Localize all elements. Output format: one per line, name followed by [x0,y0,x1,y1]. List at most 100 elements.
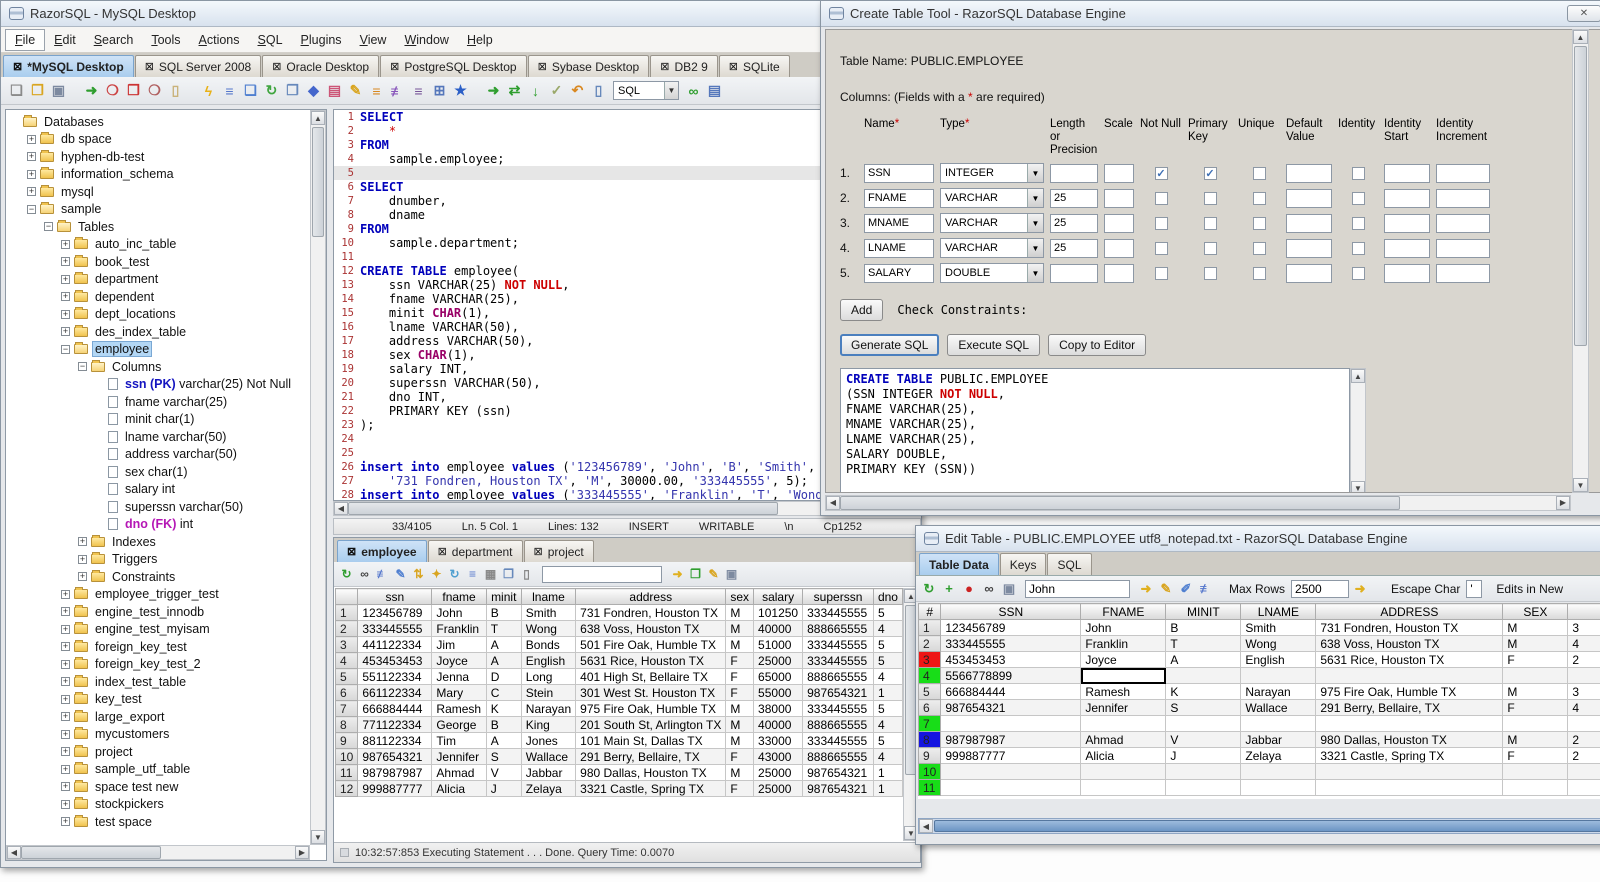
cell[interactable]: Ahmad [1080,731,1167,748]
cell[interactable]: 975 Fire Oak, Humble TX [1315,683,1504,700]
tree-item-indexes[interactable]: + Indexes [10,533,310,551]
cell[interactable]: 33000 [753,732,804,749]
tree-item-employee[interactable]: − employee [10,341,310,359]
cell[interactable]: 888665555 [802,748,874,765]
cell[interactable]: 291 Berry, Bellaire, TX [575,748,727,765]
open-file-icon[interactable]: ❐ [28,81,47,100]
cell[interactable]: A [485,636,522,653]
cell[interactable]: 333445555 [802,732,874,749]
cell[interactable] [1080,715,1167,732]
cell[interactable]: 987987987 [357,764,433,781]
expand-icon[interactable]: + [61,607,70,617]
table-row[interactable]: 7 [918,715,1600,732]
table-row[interactable]: 2 333445555 Franklin T Wong 638 Voss, Houston… [918,635,1600,652]
expand-icon[interactable]: + [61,239,70,249]
cell[interactable]: Zelaya [520,780,577,797]
cell[interactable]: 123456789 [940,619,1082,636]
cell[interactable]: F [725,748,755,765]
cell[interactable]: Jones [520,732,577,749]
menu-edit[interactable]: Edit [45,30,85,50]
identity-start-input[interactable] [1384,163,1430,183]
go-arrow-icon[interactable]: ➜ [669,566,686,583]
length-input[interactable] [1050,213,1098,233]
scroll-left-icon[interactable]: ◀ [919,819,933,833]
cell[interactable] [1502,779,1569,796]
length-input[interactable] [1050,188,1098,208]
cell[interactable]: 291 Berry, Bellaire, TX [1315,699,1504,716]
cell[interactable] [1240,779,1317,796]
glasses-icon[interactable]: ∞ [356,566,373,583]
cell[interactable] [1567,779,1600,796]
cell[interactable]: 999887777 [940,747,1082,764]
not-null-checkbox[interactable]: ✓ [1154,166,1168,180]
edit-tab-sql[interactable]: SQL [1047,553,1092,575]
glasses-icon[interactable]: ∞ [980,580,998,598]
table-row[interactable]: 3 441122334 Jim A Bonds 501 Fire Oak, Humble … [335,636,903,653]
edit-icon[interactable]: ✎ [392,566,409,583]
identity-checkbox[interactable] [1351,266,1365,280]
cell[interactable]: S [1165,699,1242,716]
expand-icon[interactable]: + [27,169,36,179]
cell[interactable]: A [485,732,522,749]
tree-item-information-schema[interactable]: + information_schema [10,166,310,184]
column-header-address[interactable]: address [575,588,727,605]
menu-plugins[interactable]: Plugins [292,30,351,50]
editor-hscroll-thumb[interactable] [348,502,778,515]
collapse-icon[interactable]: − [78,362,87,372]
cell[interactable]: 501 Fire Oak, Humble TX [575,636,727,653]
cell[interactable]: 987654321 [357,748,433,765]
copy-icon[interactable]: ❐ [500,566,517,583]
cell[interactable]: S [485,748,522,765]
expand-icon[interactable]: + [61,624,70,634]
cell[interactable]: F [725,780,755,797]
clipboard-icon[interactable]: ▯ [589,81,608,100]
result-tab-department[interactable]: ⊠ department [427,540,523,562]
sql-vertical-scrollbar[interactable]: ▲ ▼ [1350,368,1366,492]
column-header-LNAME[interactable]: LNAME [1240,603,1317,620]
column-header-ADDRESS[interactable]: ADDRESS [1315,603,1504,620]
row-number[interactable]: 9 [335,732,359,749]
cell[interactable]: 5631 Rice, Houston TX [1315,651,1504,668]
identity-checkbox[interactable] [1351,166,1365,180]
menu-actions[interactable]: Actions [190,30,249,50]
tree-item-engine-test-myisam[interactable]: + engine_test_myisam [10,621,310,639]
cell[interactable]: 333445555 [802,652,874,669]
cell[interactable]: John [1080,619,1167,636]
undo-icon[interactable]: ↶ [568,81,587,100]
row-number[interactable]: 8 [335,716,359,733]
row-number-header[interactable] [335,588,359,605]
cell[interactable]: 2 [1567,747,1600,764]
cell[interactable]: 1 [872,780,903,797]
length-input[interactable] [1050,238,1098,258]
close-icon[interactable]: ✕ [1567,5,1600,22]
row-number[interactable]: 1 [918,619,942,636]
cell[interactable]: 975 Fire Oak, Humble TX [575,700,727,717]
row-number[interactable]: 6 [918,699,942,716]
tree-item-dependent[interactable]: + dependent [10,288,310,306]
favorites-star-icon[interactable]: ★ [451,81,470,100]
expand-icon[interactable]: + [61,729,70,739]
cell[interactable]: Mary [431,684,487,701]
tree-item-key-test[interactable]: + key_test [10,691,310,709]
identity-increment-input[interactable] [1436,263,1490,283]
cell[interactable]: T [485,620,522,637]
connection-tab-postgresql-desktop[interactable]: ⊠ PostgreSQL Desktop [380,55,527,77]
cell[interactable]: B [1165,619,1242,636]
cell[interactable]: 3 [1567,619,1600,636]
expand-icon[interactable]: + [78,572,87,582]
table-row[interactable]: 9 881122334 Tim A Jones 101 Main St, Dallas T… [335,732,903,749]
cell[interactable]: 40000 [753,620,804,637]
cell[interactable]: 2 [1567,651,1600,668]
cell[interactable]: 333445555 [802,636,874,653]
edit-arrow-icon[interactable]: ✐ [1177,580,1195,598]
cell[interactable]: B [485,716,522,733]
cell[interactable]: 301 West St. Houston TX [575,684,727,701]
primary-key-checkbox[interactable]: ✓ [1203,166,1217,180]
editor-list-icon[interactable]: ▤ [705,81,724,100]
expand-icon[interactable]: + [61,292,70,302]
tree-item-db-space[interactable]: + db space [10,131,310,149]
identity-start-input[interactable] [1384,188,1430,208]
close-tab-icon[interactable]: ⊠ [390,61,399,72]
unique-checkbox[interactable] [1252,216,1266,230]
cell[interactable]: T [1165,635,1242,652]
